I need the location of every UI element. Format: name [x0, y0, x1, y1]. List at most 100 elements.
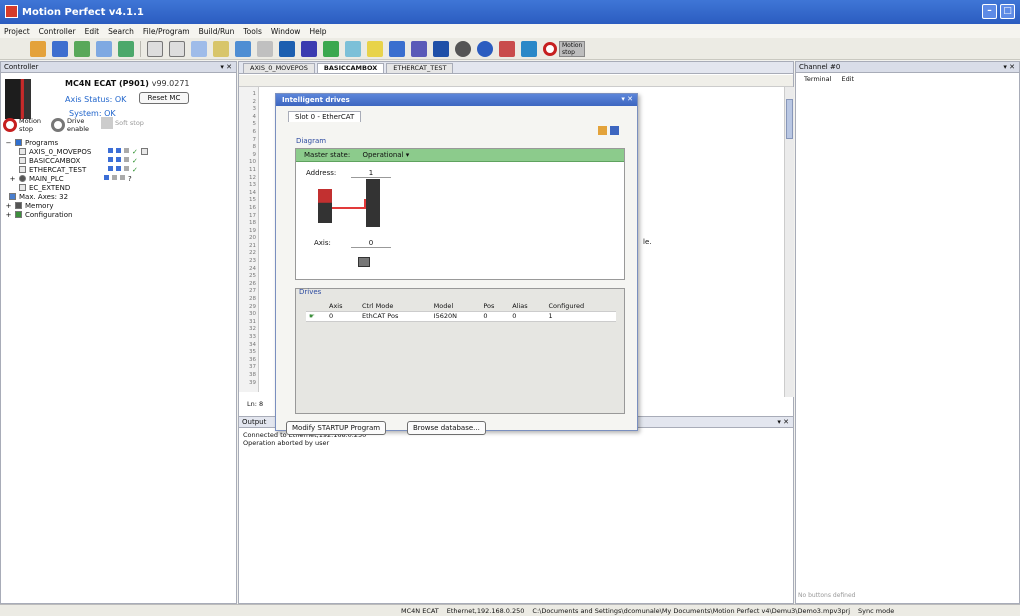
menu-file-program[interactable]: File/Program — [143, 27, 190, 36]
browse-database-button[interactable]: Browse database... — [407, 421, 486, 435]
menu-project[interactable]: Project — [4, 27, 30, 36]
master-state-value[interactable]: Operational — [362, 151, 403, 159]
expand-icon[interactable]: + — [9, 175, 16, 183]
minimize-button[interactable]: – — [982, 4, 997, 19]
key-icon[interactable] — [455, 40, 471, 57]
vr-icon[interactable] — [323, 40, 339, 57]
step-icon[interactable] — [116, 147, 121, 153]
line-number: 30 — [249, 311, 256, 318]
run-icon[interactable] — [104, 174, 109, 180]
tree-max-axes[interactable]: Max. Axes: 32 — [5, 192, 235, 201]
menu-build-run[interactable]: Build/Run — [199, 27, 235, 36]
diagnostics-icon[interactable] — [433, 40, 449, 57]
dropdown-arrow-icon[interactable]: ▾ — [406, 151, 410, 159]
tree-program-item[interactable]: EC_EXTEND — [5, 183, 235, 192]
editor-scrollbar[interactable] — [784, 87, 794, 397]
tree-programs[interactable]: − Programs — [5, 138, 235, 147]
line-number: 33 — [249, 334, 256, 340]
cam-icon[interactable] — [345, 40, 361, 57]
motion-stop-control[interactable]: Motion stop — [3, 117, 45, 133]
menu-search[interactable]: Search — [108, 27, 134, 36]
reset-mc-button[interactable]: Reset MC — [139, 92, 189, 104]
controller-panel: Controller ▾ ✕ MC4N ECAT (P901) v99.0271… — [0, 61, 237, 604]
motion-stop-button[interactable]: Motion stop — [543, 40, 585, 57]
menu-controller[interactable]: Controller — [39, 27, 76, 36]
run-icon[interactable] — [108, 147, 113, 153]
modify-startup-button[interactable]: Modify STARTUP Program — [286, 421, 387, 435]
memory-icon[interactable] — [213, 40, 229, 57]
settings-icon[interactable] — [610, 126, 619, 135]
menu-edit[interactable]: Edit — [85, 27, 100, 36]
tree-configuration[interactable]: + Configuration — [5, 210, 235, 219]
drive-settings-icon[interactable] — [358, 257, 370, 267]
collapse-icon[interactable]: − — [5, 139, 12, 147]
tab-slot-0[interactable]: Slot 0 - EtherCAT — [288, 111, 362, 122]
program-status: ✓ — [108, 165, 138, 174]
output-close-icon[interactable]: ▾ ✕ — [777, 418, 789, 426]
menu-window[interactable]: Window — [271, 27, 301, 36]
run-icon[interactable] — [108, 165, 113, 171]
tab-basiccambox[interactable]: BASICCAMBOX — [316, 63, 385, 73]
address-label: Address: — [306, 169, 337, 177]
run-icon[interactable] — [108, 156, 113, 162]
monitor-icon[interactable] — [411, 40, 427, 57]
io-icon[interactable] — [235, 40, 251, 57]
tree-program-item[interactable]: BASICCAMBOX ✓ — [5, 156, 235, 165]
expand-icon[interactable]: + — [5, 211, 12, 219]
tree-program-item[interactable]: AXIS_0_MOVEPOS ✓ — [5, 147, 235, 156]
step-icon[interactable] — [116, 156, 121, 162]
step-icon[interactable] — [112, 174, 117, 180]
oscilloscope-icon[interactable] — [279, 40, 295, 57]
axis-parameters-icon[interactable] — [191, 40, 207, 57]
drive-device-icon[interactable] — [366, 179, 380, 227]
tab-ethercat-test[interactable]: ETHERCAT_TEST — [386, 63, 454, 73]
terminal-menu-edit[interactable]: Edit — [841, 75, 854, 83]
drive-enable-control[interactable]: Drive enable — [51, 117, 97, 133]
pause-icon[interactable] — [124, 165, 129, 171]
stop-program-icon[interactable] — [499, 40, 515, 57]
dialog-close-icon[interactable]: ▾ ✕ — [621, 95, 633, 103]
jog-icon[interactable] — [367, 40, 383, 57]
menu-tools[interactable]: Tools — [243, 27, 261, 36]
program-status: ? — [104, 174, 132, 183]
run-program-icon[interactable] — [521, 40, 537, 57]
scrollbar-thumb[interactable] — [786, 99, 793, 139]
tab-axis-0-movepos[interactable]: AXIS_0_MOVEPOS — [243, 63, 315, 73]
window-icon[interactable] — [147, 40, 163, 57]
controller-version: v99.0271 — [151, 79, 190, 88]
tree-memory[interactable]: + Memory — [5, 201, 235, 210]
axes-icon — [9, 193, 16, 200]
disconnect-icon[interactable] — [118, 40, 134, 57]
connect-icon[interactable] — [74, 40, 90, 57]
users-icon[interactable] — [389, 40, 405, 57]
panel-menu-icon[interactable]: ▾ ✕ — [1003, 63, 1015, 71]
refresh-icon[interactable] — [598, 126, 607, 135]
edit-icon[interactable] — [140, 147, 148, 155]
line-number: 23 — [249, 258, 256, 265]
memory-icon — [15, 202, 22, 209]
restore-button[interactable]: □ — [1000, 4, 1015, 19]
terminal-icon[interactable] — [169, 40, 185, 57]
open-project-icon[interactable] — [30, 40, 46, 57]
step-icon[interactable] — [116, 165, 121, 171]
controller-panel-header: Controller ▾ ✕ — [1, 62, 236, 73]
help-icon[interactable] — [477, 40, 493, 57]
expand-icon[interactable]: + — [5, 202, 12, 210]
pause-icon[interactable] — [120, 174, 125, 180]
panel-pin-icon[interactable]: ▾ ✕ — [220, 63, 232, 71]
save-icon[interactable] — [52, 40, 68, 57]
tree-program-item[interactable]: ETHERCAT_TEST ✓ — [5, 165, 235, 174]
pause-icon[interactable] — [124, 156, 129, 162]
status-sync[interactable]: Sync mode — [858, 607, 894, 615]
table-icon[interactable] — [257, 40, 273, 57]
terminal-menu-terminal[interactable]: Terminal — [804, 75, 831, 83]
table-row[interactable]: ☛ 0 EthCAT Pos I5620N 0 0 1 — [306, 310, 616, 322]
program-icon — [19, 166, 26, 173]
menu-help[interactable]: Help — [309, 27, 326, 36]
pause-icon[interactable] — [124, 147, 129, 153]
plc-icon[interactable] — [301, 40, 317, 57]
code-text[interactable]: le. — [643, 238, 651, 246]
download-icon[interactable] — [96, 40, 112, 57]
tree-program-item[interactable]: + MAIN_PLC? — [5, 174, 235, 183]
soft-stop-control[interactable]: Soft stop — [101, 117, 145, 129]
